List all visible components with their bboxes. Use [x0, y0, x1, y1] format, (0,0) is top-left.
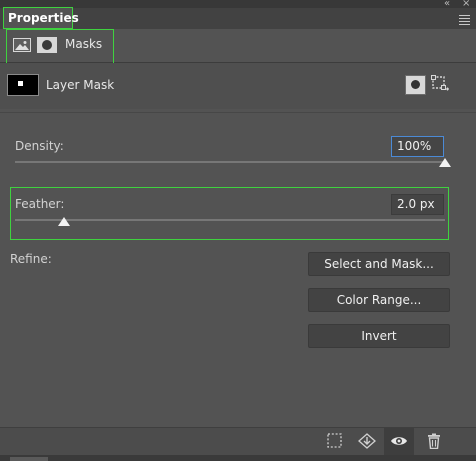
panel-scroll-handle[interactable] [10, 457, 48, 461]
close-icon[interactable]: × [462, 0, 470, 9]
color-range-button[interactable]: Color Range... [308, 288, 450, 312]
masks-highlight-outline [6, 29, 114, 65]
apply-mask-icon[interactable] [358, 433, 376, 449]
refine-label: Refine: [10, 252, 52, 266]
panel-menu-icon[interactable] [459, 15, 470, 27]
add-vector-mask-icon[interactable] [431, 75, 449, 93]
panel-bottom-strip [0, 455, 476, 461]
layer-mask-label: Layer Mask [46, 78, 115, 92]
add-pixel-mask-icon[interactable] [405, 75, 426, 95]
invert-button[interactable]: Invert [308, 324, 450, 348]
feather-highlight-outline [10, 187, 449, 240]
density-label: Density: [15, 139, 64, 153]
layer-mask-thumbnail[interactable] [7, 74, 39, 96]
collapse-icon[interactable]: « [444, 0, 450, 9]
load-selection-icon[interactable] [326, 433, 344, 449]
delete-mask-icon[interactable] [425, 433, 443, 449]
density-input[interactable]: 100% [391, 136, 444, 157]
select-and-mask-button[interactable]: Select and Mask... [308, 252, 450, 276]
tab-properties[interactable]: Properties [3, 7, 79, 29]
density-slider-track[interactable] [15, 161, 445, 163]
section-divider [0, 112, 476, 113]
toggle-visibility-icon[interactable] [390, 433, 408, 449]
density-slider-thumb[interactable] [439, 158, 451, 167]
